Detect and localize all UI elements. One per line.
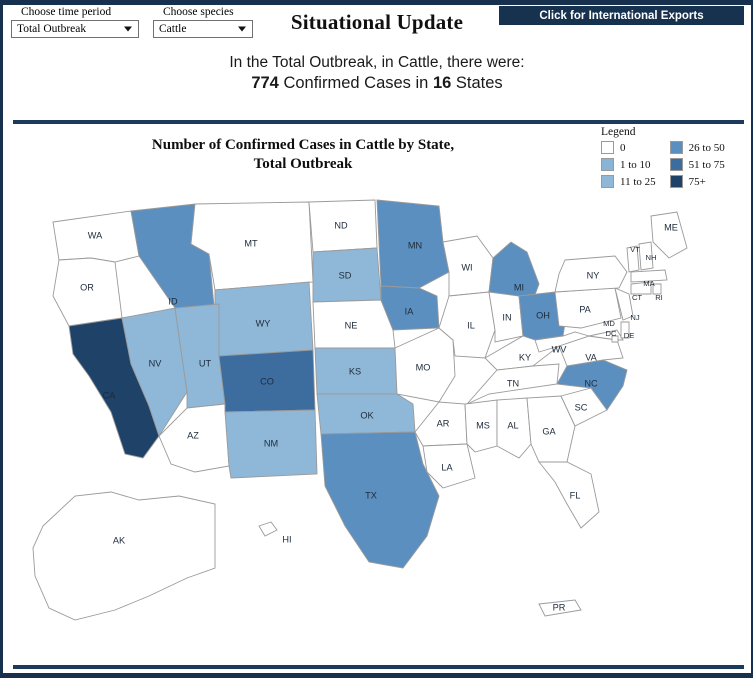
state-shape-mo[interactable] bbox=[394, 327, 456, 403]
state-shape-pr[interactable] bbox=[538, 599, 582, 617]
legend-item[interactable]: 11 to 25 bbox=[601, 175, 656, 188]
legend-item-label: 1 to 10 bbox=[620, 158, 651, 171]
state-shape-fl[interactable] bbox=[538, 461, 600, 529]
state-shape-ma[interactable] bbox=[630, 269, 668, 283]
state-shape-co[interactable] bbox=[218, 349, 316, 413]
legend-item[interactable]: 26 to 50 bbox=[669, 141, 725, 154]
state-shape-ct[interactable] bbox=[630, 281, 652, 295]
legend-item[interactable]: 51 to 75 bbox=[669, 158, 725, 171]
us-map-svg: WAORCANVIDMTWYUTAZCONMNDSDNEKSOKTXMNIAMO… bbox=[32, 199, 688, 621]
state-shape-wi[interactable] bbox=[442, 235, 494, 297]
state-shape-sd[interactable] bbox=[312, 247, 382, 303]
state-shape-vt[interactable] bbox=[626, 245, 640, 273]
top-accent-bar bbox=[3, 0, 751, 5]
legend-item-label: 11 to 25 bbox=[620, 175, 656, 188]
state-shape-or[interactable] bbox=[52, 257, 123, 327]
state-label-hi: HI bbox=[282, 534, 291, 544]
confirmed-cases-text: Confirmed Cases in bbox=[283, 74, 429, 92]
state-shape-al[interactable] bbox=[496, 397, 532, 459]
legend-item[interactable]: 1 to 10 bbox=[601, 158, 656, 171]
state-shape-de[interactable] bbox=[620, 321, 630, 339]
state-shape-ri[interactable] bbox=[652, 283, 662, 295]
legend-item[interactable]: 75+ bbox=[669, 175, 725, 188]
confirmed-cases-count: 774 bbox=[251, 74, 279, 92]
chart-title: Number of Confirmed Cases in Cattle by S… bbox=[43, 136, 563, 174]
legend-column-2: 26 to 50 51 to 75 75+ bbox=[669, 141, 725, 188]
state-shape-wa[interactable] bbox=[52, 210, 140, 263]
international-exports-button[interactable]: Click for International Exports bbox=[499, 6, 744, 25]
legend-item-label: 51 to 75 bbox=[688, 158, 725, 171]
state-shape-ar[interactable] bbox=[414, 401, 468, 447]
legend-swatch bbox=[669, 158, 683, 171]
bottom-accent-bar bbox=[3, 673, 751, 678]
state-shape-hi[interactable] bbox=[258, 521, 278, 537]
state-shape-ak[interactable] bbox=[32, 491, 216, 621]
state-shape-me[interactable] bbox=[650, 211, 688, 259]
state-shape-ny[interactable] bbox=[554, 255, 628, 293]
legend-item[interactable]: 0 bbox=[601, 141, 656, 154]
legend-swatch bbox=[601, 175, 614, 188]
legend-item-label: 0 bbox=[620, 141, 626, 154]
legend-title: Legend bbox=[601, 126, 636, 138]
legend-swatch bbox=[669, 141, 683, 154]
chart-title-line-1: Number of Confirmed Cases in Cattle by S… bbox=[151, 137, 455, 153]
state-shape-in[interactable] bbox=[488, 291, 524, 343]
map-legend: Legend 0 1 to 10 11 to 25 26 to 50 51 to… bbox=[601, 126, 749, 188]
international-exports-button-label: Click for International Exports bbox=[539, 9, 704, 22]
chart-title-line-2: Total Outbreak bbox=[253, 156, 353, 172]
state-shape-mn[interactable] bbox=[376, 199, 450, 289]
state-shape-nm[interactable] bbox=[224, 409, 318, 479]
state-shape-ok[interactable] bbox=[316, 393, 416, 435]
state-shape-tx[interactable] bbox=[320, 431, 440, 569]
dashboard-page: Choose time period Total Outbreak Choose… bbox=[0, 0, 753, 678]
states-count: 16 bbox=[432, 74, 452, 92]
legend-item-label: 75+ bbox=[688, 175, 706, 188]
state-shape-dc[interactable] bbox=[611, 335, 619, 343]
state-shape-ms[interactable] bbox=[464, 399, 498, 453]
summary-line-2: 774 Confirmed Cases in 16 States bbox=[3, 73, 751, 94]
state-shape-wy[interactable] bbox=[214, 281, 314, 357]
legend-column-1: 0 1 to 10 11 to 25 bbox=[601, 141, 656, 188]
choropleth-map[interactable]: WA OR CA NV ID MT WY UT AZ CO NM ND SD NE KS OK TX MN IA MO… bbox=[19, 196, 741, 651]
states-text: States bbox=[455, 74, 503, 92]
state-shape-ne[interactable] bbox=[312, 299, 396, 349]
legend-swatch bbox=[669, 175, 683, 188]
summary-block: In the Total Outbreak, in Cattle, there … bbox=[3, 52, 751, 94]
state-shape-ks[interactable] bbox=[314, 347, 398, 395]
summary-line-1: In the Total Outbreak, in Cattle, there … bbox=[229, 54, 525, 71]
section-divider bbox=[13, 120, 744, 124]
state-shape-nd[interactable] bbox=[308, 199, 378, 253]
legend-swatch bbox=[601, 141, 614, 154]
legend-swatch bbox=[601, 158, 614, 171]
legend-item-label: 26 to 50 bbox=[688, 141, 725, 154]
state-shape-nh[interactable] bbox=[638, 241, 654, 271]
footer-divider bbox=[13, 665, 744, 669]
state-shape-pa[interactable] bbox=[554, 287, 622, 329]
